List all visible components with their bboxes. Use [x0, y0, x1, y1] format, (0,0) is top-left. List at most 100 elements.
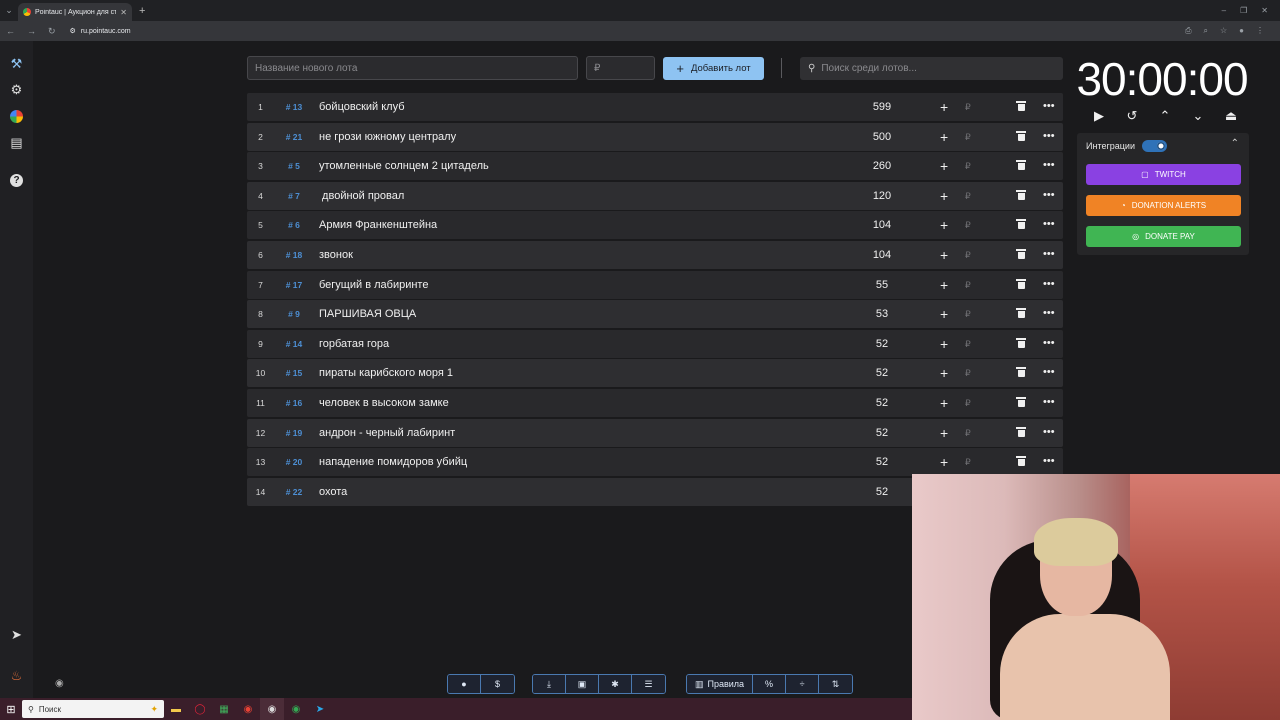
currency-icon[interactable]: ₽ [965, 419, 971, 447]
more-options-icon[interactable]: ••• [1043, 123, 1055, 149]
currency-icon[interactable]: ₽ [965, 93, 971, 121]
percent-button[interactable]: % [753, 675, 787, 693]
add-amount-icon[interactable]: + [940, 182, 948, 210]
more-options-icon[interactable]: ••• [1043, 300, 1055, 326]
auction-gavel-icon[interactable]: ⚒ [8, 55, 25, 72]
delete-lot-button[interactable] [1016, 189, 1026, 200]
delete-lot-button[interactable] [1016, 367, 1026, 378]
lot-id[interactable]: # 7 [279, 182, 309, 210]
lot-amount[interactable]: 500 [847, 123, 917, 151]
lot-search[interactable]: ⚲ [800, 57, 1063, 80]
add-amount-icon[interactable]: + [940, 389, 948, 417]
lot-row[interactable]: 2 # 21 не грози южному централу 500 + ₽ ••• [247, 122, 1063, 151]
currency-icon[interactable]: ₽ [965, 448, 971, 476]
lot-name[interactable]: горбатая гора [319, 330, 389, 358]
lot-amount[interactable]: 55 [847, 271, 917, 299]
lot-name[interactable]: бойцовский клуб [319, 93, 405, 121]
github-button[interactable]: ● [448, 675, 481, 693]
chevron-up-icon[interactable]: ⌃ [1231, 138, 1239, 149]
lot-name[interactable]: человек в высоком замке [319, 389, 449, 417]
lot-amount[interactable]: 52 [847, 448, 917, 476]
lot-amount[interactable]: 53 [847, 300, 917, 328]
close-window-icon[interactable]: ✕ [1261, 6, 1268, 15]
currency-icon[interactable]: ₽ [965, 211, 971, 239]
clipboard-icon[interactable]: ▤ [8, 134, 25, 151]
lot-amount[interactable]: 120 [847, 182, 917, 210]
zoom-icon[interactable]: ⌕ [1204, 26, 1208, 36]
excel-icon[interactable]: ▦ [212, 698, 236, 720]
lot-amount[interactable]: 104 [847, 211, 917, 239]
telegram-taskbar-icon[interactable]: ➤ [308, 698, 332, 720]
lot-name[interactable]: нападение помидоров убийц [319, 448, 467, 476]
more-options-icon[interactable]: ••• [1043, 182, 1055, 208]
add-amount-icon[interactable]: + [940, 359, 948, 387]
lot-name[interactable]: звонок [319, 241, 353, 269]
twitch-button[interactable]: ▢ TWITCH [1086, 164, 1241, 185]
add-lot-button[interactable]: + Добавить лот [663, 57, 764, 80]
divide-button[interactable]: ÷ [786, 675, 820, 693]
lot-row[interactable]: 1 # 13 бойцовский клуб 599 + ₽ ••• [247, 93, 1063, 121]
back-icon[interactable]: ← [6, 26, 15, 36]
integrations-toggle[interactable] [1142, 140, 1167, 152]
lot-row[interactable]: 12 # 19 андрон - черный лабиринт 52 + ₽ ••• [247, 418, 1063, 447]
delete-lot-button[interactable] [1016, 456, 1026, 467]
telegram-icon[interactable]: ➤ [8, 626, 25, 643]
reload-icon[interactable]: ↻ [48, 26, 56, 37]
lot-name[interactable]: Армия Франкенштейна [319, 211, 437, 239]
delete-lot-button[interactable] [1016, 337, 1026, 348]
lot-id[interactable]: # 5 [279, 152, 309, 180]
eye-icon[interactable]: ◉ [55, 678, 64, 689]
add-amount-icon[interactable]: + [940, 330, 948, 358]
more-options-icon[interactable]: ••• [1043, 330, 1055, 356]
maximize-icon[interactable]: ❐ [1240, 6, 1247, 15]
lot-id[interactable]: # 19 [279, 419, 309, 447]
add-amount-icon[interactable]: + [940, 241, 948, 269]
lot-amount[interactable]: 52 [847, 359, 917, 387]
lot-name[interactable]: охота [319, 478, 347, 506]
chevron-down-icon[interactable]: ⌄ [1189, 108, 1207, 124]
more-options-icon[interactable]: ••• [1043, 271, 1055, 297]
currency-icon[interactable]: ₽ [965, 330, 971, 358]
translate-icon[interactable]: ⎙ [1185, 26, 1191, 36]
delete-lot-button[interactable] [1016, 160, 1026, 171]
new-lot-name-input[interactable] [247, 56, 578, 80]
lot-search-input[interactable] [821, 63, 1042, 74]
currency-icon[interactable]: ₽ [965, 123, 971, 151]
lot-row[interactable]: 7 # 17 бегущий в лабиринте 55 + ₽ ••• [247, 270, 1063, 299]
profile-icon[interactable]: ● [1239, 26, 1244, 36]
lot-id[interactable]: # 6 [279, 211, 309, 239]
lot-id[interactable]: # 21 [279, 123, 309, 151]
lot-row[interactable]: 4 # 7 двойной провал 120 + ₽ ••• [247, 181, 1063, 210]
forward-icon[interactable]: → [27, 26, 36, 36]
lot-row[interactable]: 3 # 5 утомленные солнцем 2 цитадель 260 + ₽ ••… [247, 152, 1063, 181]
brand-logo-icon[interactable]: ♨ [8, 667, 25, 684]
play-icon[interactable]: ▶ [1090, 108, 1108, 124]
lot-name[interactable]: ПАРШИВАЯ ОВЦА [319, 300, 416, 328]
lot-name[interactable]: андрон - черный лабиринт [319, 419, 455, 447]
delete-lot-button[interactable] [1016, 219, 1026, 230]
download-button[interactable]: ⤓ [533, 675, 566, 693]
more-options-icon[interactable]: ••• [1043, 419, 1055, 445]
obs-icon[interactable]: ◉ [260, 698, 284, 720]
windows-start-icon[interactable]: ⊞ [0, 703, 22, 716]
currency-icon[interactable]: ₽ [965, 152, 971, 180]
delete-lot-button[interactable] [1016, 130, 1026, 141]
lot-name[interactable]: не грози южному централу [319, 123, 456, 151]
file-explorer-icon[interactable]: ▬ [164, 698, 188, 720]
delete-lot-button[interactable] [1016, 396, 1026, 407]
lot-row[interactable]: 6 # 18 звонок 104 + ₽ ••• [247, 240, 1063, 269]
lot-name[interactable]: бегущий в лабиринте [319, 271, 428, 299]
bug-button[interactable]: ✱ [599, 675, 632, 693]
close-tab-icon[interactable]: ✕ [120, 8, 127, 17]
add-amount-icon[interactable]: + [940, 211, 948, 239]
clear-lots-button[interactable]: ☰ [632, 675, 665, 693]
lot-id[interactable]: # 14 [279, 330, 309, 358]
browser-tab[interactable]: Pointauc | Аукцион для стрим ✕ [18, 3, 132, 21]
currency-icon[interactable]: ₽ [965, 241, 971, 269]
currency-icon[interactable]: ₽ [965, 182, 971, 210]
delete-lot-button[interactable] [1016, 426, 1026, 437]
lot-id[interactable]: # 15 [279, 359, 309, 387]
lot-row[interactable]: 10 # 15 пираты карибского моря 1 52 + ₽ ••• [247, 359, 1063, 388]
new-tab-icon[interactable]: + [139, 5, 145, 17]
save-button[interactable]: ▣ [566, 675, 599, 693]
